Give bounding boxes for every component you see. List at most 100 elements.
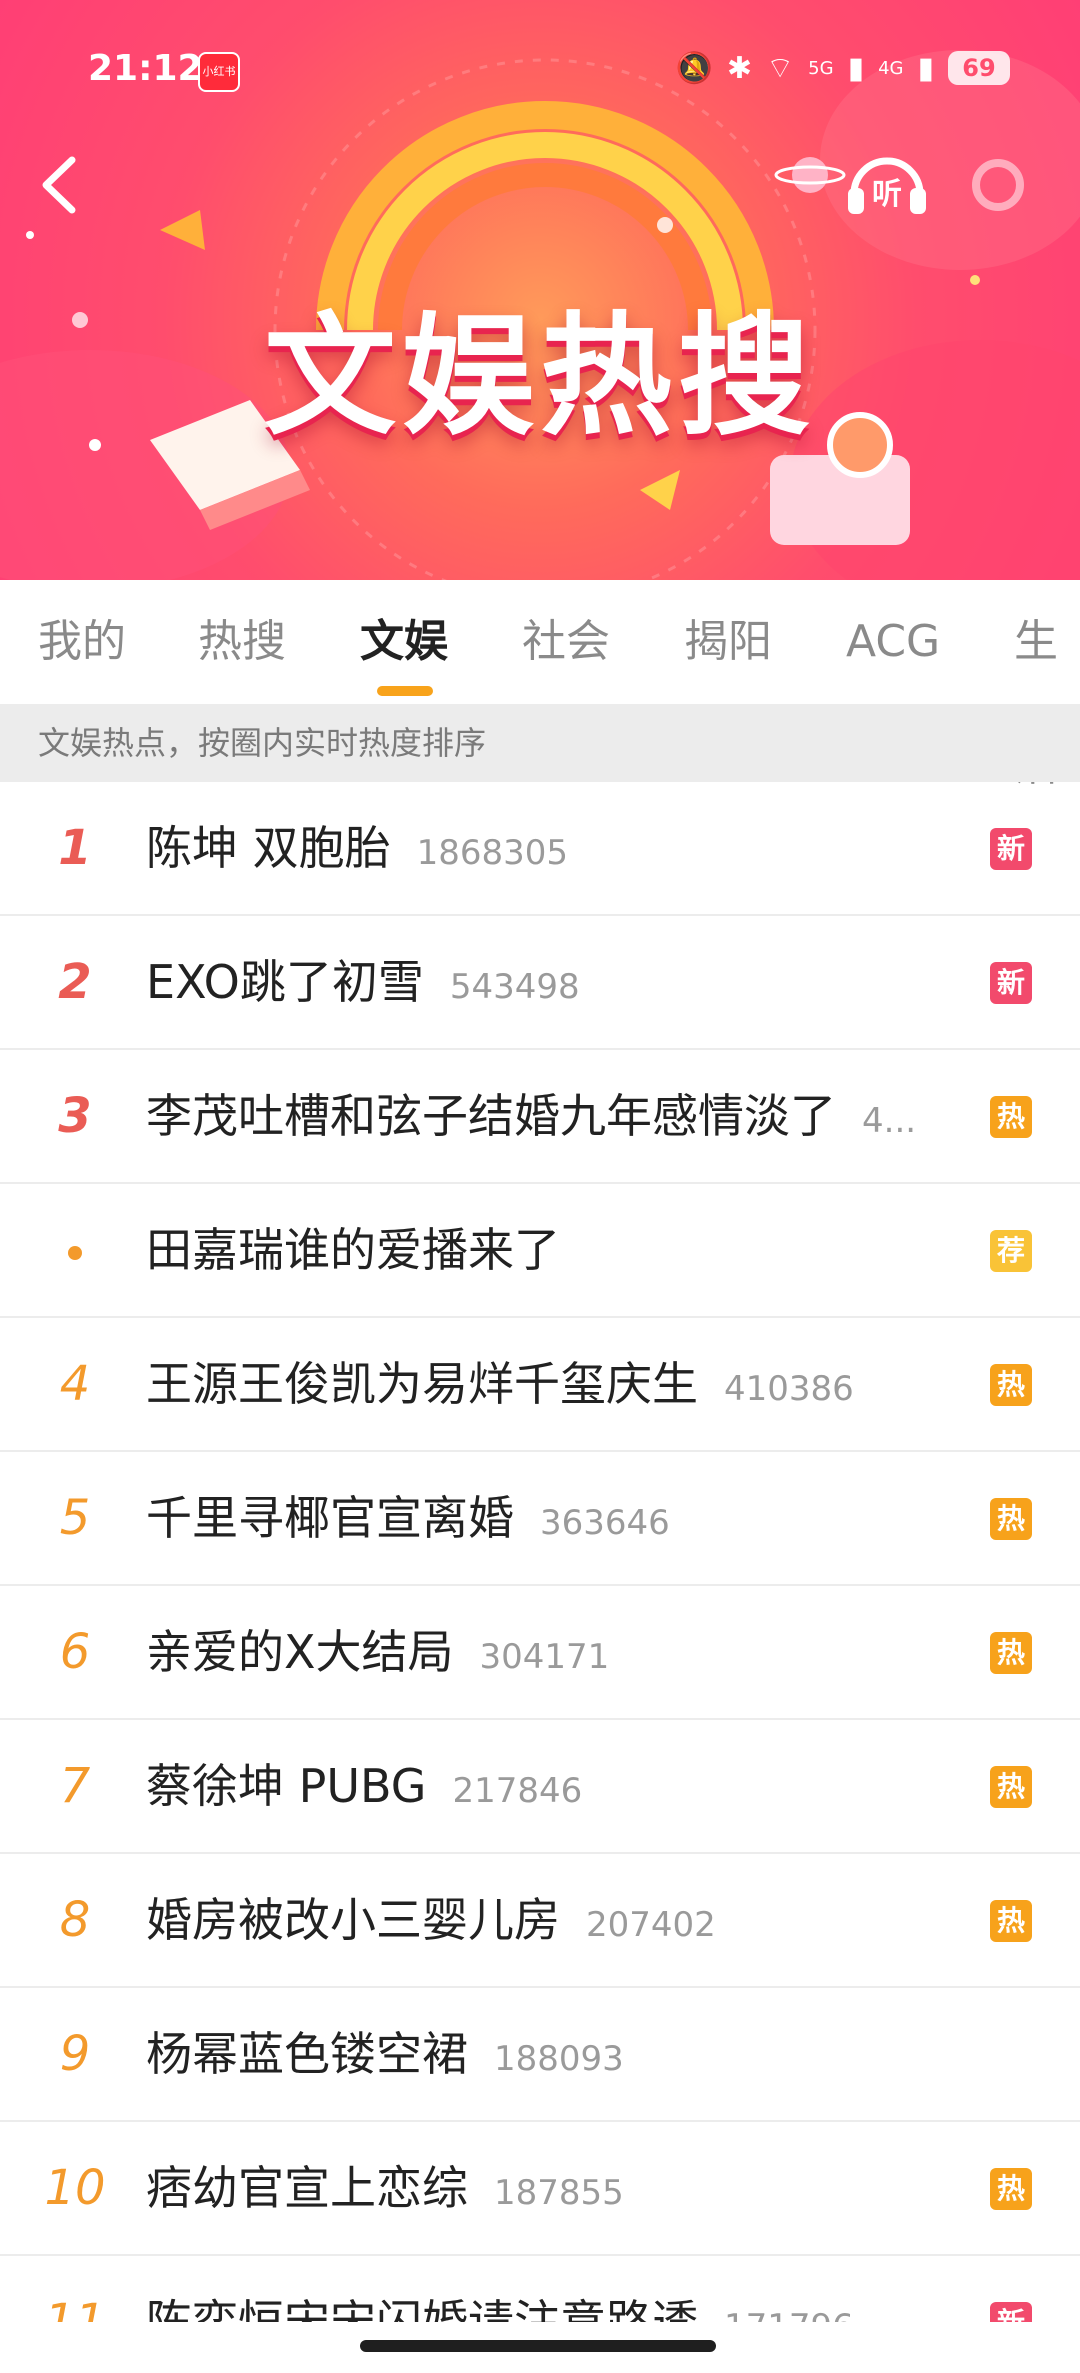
item-title: EXO跳了初雪 543498 — [146, 916, 580, 1048]
signal-bars-icon: ▮ — [847, 50, 865, 86]
hot-badge: 热 — [990, 1766, 1032, 1808]
item-title: 蔡徐坤 PUBG 217846 — [146, 1720, 582, 1852]
item-count: 1868305 — [416, 833, 569, 873]
rank-number: 11 — [44, 2294, 106, 2322]
rank-dot — [68, 1246, 82, 1260]
list-item[interactable]: 1 陈坤 双胞胎 1868305 新 — [0, 782, 1080, 916]
item-title: 陈奕恒宋宋闪婚请注意路透 171796 — [146, 2256, 854, 2322]
wifi-icon: ⌔ — [765, 51, 795, 86]
rank-number: 4 — [59, 1356, 91, 1412]
signal-4g-icon: 4G — [878, 57, 904, 79]
item-count: 543498 — [449, 967, 580, 1007]
item-title-text: 千里寻椰官宣离婚 — [146, 1491, 514, 1545]
mute-icon: 🔕 — [675, 50, 713, 86]
item-count: 4... — [862, 1101, 917, 1141]
item-count: 363646 — [540, 1503, 670, 1543]
tab-hot-search[interactable]: 热搜 — [198, 580, 286, 704]
item-title: 田嘉瑞谁的爱播来了 — [146, 1184, 560, 1316]
hot-search-list: 1 陈坤 双胞胎 1868305 新 2 EXO跳了初雪 543498 新 3 李茂… — [0, 782, 1080, 2322]
status-app-icon: 小红书 — [198, 52, 240, 92]
item-title: 杨幂蓝色镂空裙 188093 — [146, 1988, 624, 2120]
rank-number: 3 — [58, 1088, 92, 1144]
list-item[interactable]: 7 蔡徐坤 PUBG 217846 热 — [0, 1720, 1080, 1854]
item-count: 187855 — [494, 2173, 624, 2213]
list-description: 文娱热点，按圈内实时热度排序 — [0, 704, 1080, 782]
rank-number: 1 — [58, 820, 92, 876]
item-title-text: 田嘉瑞谁的爱播来了 — [146, 1223, 560, 1277]
home-indicator[interactable] — [360, 2340, 716, 2352]
item-title-text: 杨幂蓝色镂空裙 — [146, 2027, 468, 2081]
hot-badge: 热 — [990, 1632, 1032, 1674]
new-badge: 新 — [990, 828, 1032, 870]
rank-number: 10 — [44, 2160, 106, 2216]
tab-active-indicator — [377, 686, 433, 696]
status-time: 21:12 — [88, 48, 203, 89]
item-title-text: EXO跳了初雪 — [146, 955, 424, 1009]
hot-badge: 热 — [990, 1498, 1032, 1540]
item-title-text: 李茂吐槽和弦子结婚九年感情淡了 — [146, 1089, 836, 1143]
listen-button[interactable]: 听 — [842, 142, 932, 222]
item-title: 李茂吐槽和弦子结婚九年感情淡了 4... — [146, 1050, 916, 1182]
item-title-text: 婚房被改小三婴儿房 — [146, 1893, 560, 1947]
item-title-text: 痞幼官宣上恋综 — [146, 2161, 468, 2215]
new-badge: 新 — [990, 2302, 1032, 2322]
recommend-badge: 荐 — [990, 1230, 1032, 1272]
list-item[interactable]: 9 杨幂蓝色镂空裙 188093 — [0, 1988, 1080, 2122]
banner-title: 文娱热搜 — [264, 300, 816, 454]
rank-number: 5 — [59, 1490, 91, 1546]
rank-number: 8 — [59, 1892, 91, 1948]
list-item[interactable]: 4 王源王俊凯为易烊千玺庆生 410386 热 — [0, 1318, 1080, 1452]
list-item[interactable]: 10 痞幼官宣上恋综 187855 热 — [0, 2122, 1080, 2256]
hot-badge: 热 — [990, 1900, 1032, 1942]
item-count: 410386 — [724, 1369, 854, 1409]
list-item[interactable]: 6 亲爱的X大结局 304171 热 — [0, 1586, 1080, 1720]
rank-number: 7 — [59, 1758, 91, 1814]
item-count: 217846 — [452, 1771, 583, 1811]
hot-badge: 热 — [990, 1096, 1032, 1138]
signal-bars-icon: ▮ — [917, 50, 934, 86]
headphones-icon: 听 — [848, 157, 926, 214]
item-count: 304171 — [479, 1637, 610, 1677]
list-item[interactable]: 3 李茂吐槽和弦子结婚九年感情淡了 4... 热 — [0, 1050, 1080, 1184]
list-item[interactable]: 11 陈奕恒宋宋闪婚请注意路透 171796 新 — [0, 2256, 1080, 2322]
chevron-left-icon — [42, 156, 76, 214]
item-title-text: 陈奕恒宋宋闪婚请注意路透 — [146, 2295, 698, 2322]
back-button[interactable] — [30, 140, 90, 230]
list-item[interactable]: 5 千里寻椰官宣离婚 363646 热 — [0, 1452, 1080, 1586]
battery-icon: 69 — [948, 51, 1010, 85]
listen-label: 听 — [872, 177, 902, 212]
item-title-text: 陈坤 双胞胎 — [146, 821, 391, 875]
item-count: 207402 — [586, 1905, 716, 1945]
rank-number: 2 — [58, 954, 92, 1010]
promoted-dot-icon — [40, 1184, 110, 1316]
list-item-promoted[interactable]: 田嘉瑞谁的爱播来了 荐 — [0, 1184, 1080, 1318]
new-badge: 新 — [990, 962, 1032, 1004]
item-count: 188093 — [494, 2039, 624, 2079]
item-title: 亲爱的X大结局 304171 — [146, 1586, 609, 1718]
item-title: 痞幼官宣上恋综 187855 — [146, 2122, 624, 2254]
tab-mine[interactable]: 我的 — [38, 580, 126, 704]
list-item[interactable]: 8 婚房被改小三婴儿房 207402 热 — [0, 1854, 1080, 1988]
tab-acg[interactable]: ACG — [846, 580, 940, 704]
item-title: 千里寻椰官宣离婚 363646 — [146, 1452, 670, 1584]
rank-number: 9 — [59, 2026, 91, 2082]
category-tabs: 我的 热搜 文娱 社会 揭阳 ACG 生活 — [0, 580, 1080, 791]
tab-life[interactable]: 生活 — [1014, 580, 1080, 791]
hot-badge: 热 — [990, 1364, 1032, 1406]
header-banner: 21:12 小红书 🔕 ✱ ⌔ 5G ▮ 4G ▮ 69 听 文娱热搜 — [0, 0, 1080, 580]
item-title-text: 王源王俊凯为易烊千玺庆生 — [146, 1357, 698, 1411]
hot-badge: 热 — [990, 2168, 1032, 2210]
signal-5g-icon: 5G — [808, 57, 834, 79]
item-title-text: 亲爱的X大结局 — [146, 1625, 454, 1679]
status-icons: 🔕 ✱ ⌔ 5G ▮ 4G ▮ 69 — [675, 44, 1010, 92]
item-title: 王源王俊凯为易烊千玺庆生 410386 — [146, 1318, 854, 1450]
rank-number: 6 — [59, 1624, 91, 1680]
item-title: 婚房被改小三婴儿房 207402 — [146, 1854, 716, 1986]
list-item[interactable]: 2 EXO跳了初雪 543498 新 — [0, 916, 1080, 1050]
tab-jieyang[interactable]: 揭阳 — [684, 580, 772, 704]
item-title: 陈坤 双胞胎 1868305 — [146, 782, 568, 914]
tab-society[interactable]: 社会 — [522, 580, 610, 704]
bluetooth-icon: ✱ — [726, 50, 752, 86]
item-title-text: 蔡徐坤 PUBG — [146, 1759, 427, 1813]
item-count: 171796 — [724, 2307, 854, 2322]
